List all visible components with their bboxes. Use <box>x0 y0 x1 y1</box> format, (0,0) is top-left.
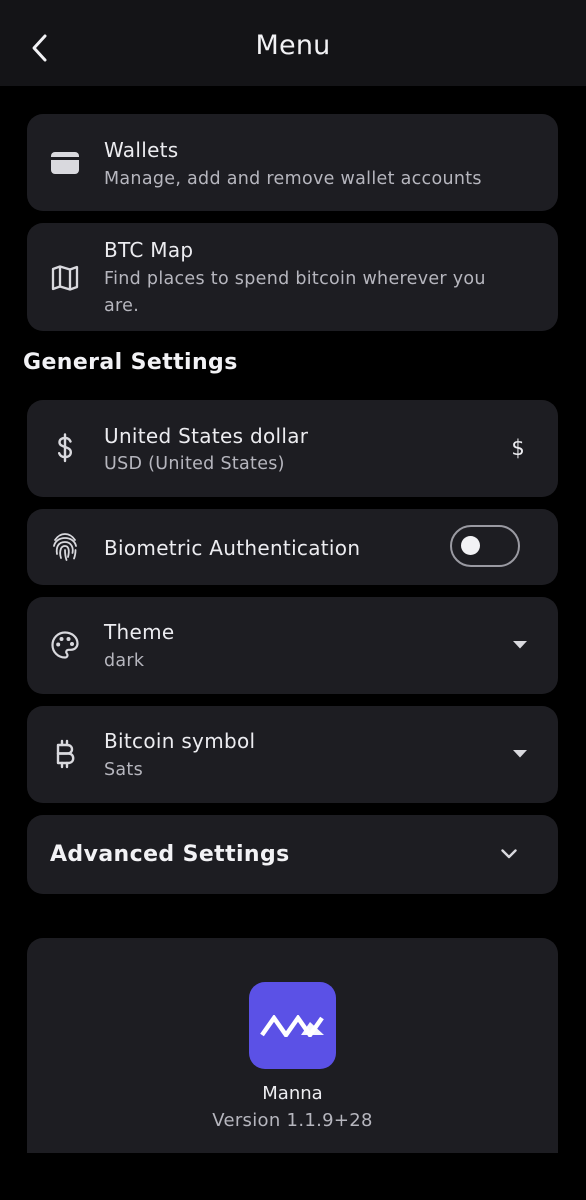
app-name: Manna <box>262 1083 323 1104</box>
dollar-icon <box>49 432 81 464</box>
palette-icon <box>49 629 81 661</box>
theme-value: dark <box>104 651 145 671</box>
btc-map-title: BTC Map <box>104 238 194 262</box>
currency-symbol: $ <box>511 436 525 460</box>
biometric-title: Biometric Authentication <box>104 536 361 560</box>
general-settings-title: General Settings <box>23 350 238 375</box>
biometric-toggle[interactable] <box>450 525 520 567</box>
advanced-settings-expander[interactable]: Advanced Settings <box>27 815 558 894</box>
wallets-subtitle: Manage, add and remove wallet accounts <box>104 169 482 189</box>
toggle-knob <box>461 536 480 555</box>
wallet-icon <box>49 147 81 179</box>
bitcoin-symbol-item[interactable]: Bitcoin symbol Sats <box>27 706 558 803</box>
theme-item[interactable]: Theme dark <box>27 597 558 694</box>
dropdown-arrow-icon[interactable] <box>507 635 533 655</box>
app-version: Version 1.1.9+28 <box>212 1110 373 1131</box>
wallets-item[interactable]: Wallets Manage, add and remove wallet ac… <box>27 114 558 211</box>
app-logo <box>249 982 336 1069</box>
manna-logo-icon <box>259 1014 324 1037</box>
advanced-settings-title: Advanced Settings <box>50 842 290 867</box>
fingerprint-icon <box>49 531 81 563</box>
app-bar: Menu <box>0 0 586 86</box>
currency-title: United States dollar <box>104 424 309 448</box>
currency-item[interactable]: United States dollar USD (United States)… <box>27 400 558 497</box>
wallets-title: Wallets <box>104 138 179 162</box>
map-icon <box>49 262 81 294</box>
dropdown-arrow-icon[interactable] <box>507 744 533 764</box>
btc-map-item[interactable]: BTC Map Find places to spend bitcoin whe… <box>27 223 558 331</box>
about-card: Manna Version 1.1.9+28 <box>27 938 558 1153</box>
bitcoin-symbol-title: Bitcoin symbol <box>104 729 256 753</box>
bitcoin-icon <box>49 738 81 770</box>
biometric-item[interactable]: Biometric Authentication <box>27 509 558 585</box>
btc-map-subtitle: Find places to spend bitcoin wherever yo… <box>104 269 486 316</box>
theme-title: Theme <box>104 620 175 644</box>
currency-subtitle: USD (United States) <box>104 454 285 474</box>
chevron-down-icon[interactable] <box>495 842 523 866</box>
page-title: Menu <box>255 30 331 61</box>
bitcoin-symbol-value: Sats <box>104 760 144 780</box>
